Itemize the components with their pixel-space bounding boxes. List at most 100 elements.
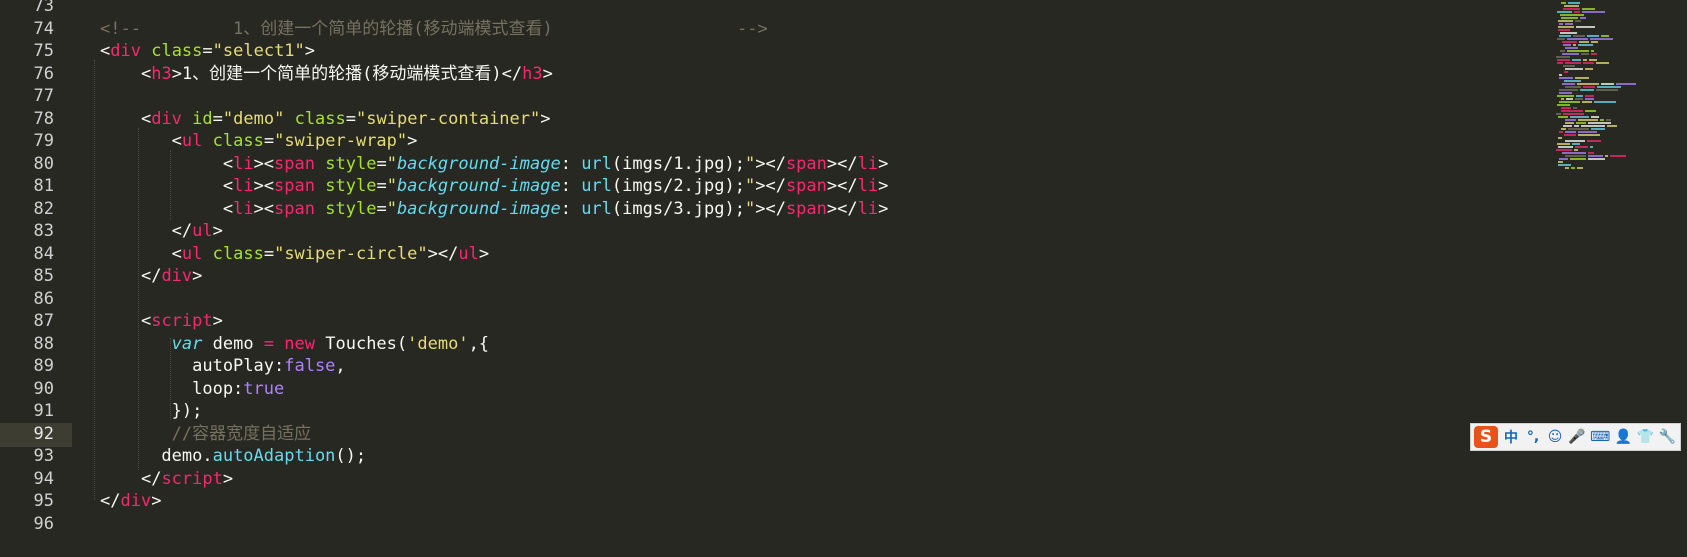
code-line[interactable]: </div> (100, 489, 161, 513)
code-token: span (274, 176, 315, 196)
code-token: " (744, 176, 756, 196)
smiley-icon[interactable]: ☺ (1546, 426, 1564, 448)
code-line[interactable]: <ul class="swiper-circle"></ul> (100, 242, 489, 266)
minimap-stroke (1556, 113, 1561, 115)
line-number: 73 (33, 0, 54, 16)
code-line[interactable]: demo.autoAdaption(); (100, 444, 366, 468)
code-line[interactable]: <li><span style="background-image: url(i… (100, 197, 889, 221)
minimap-stroke (1563, 44, 1571, 46)
minimap-stroke (1564, 5, 1579, 7)
minimap-stroke (1558, 26, 1574, 28)
code-line[interactable]: </ul> (100, 219, 223, 243)
code-token: = (202, 41, 213, 61)
code-token: = (376, 153, 387, 174)
code-token: > (171, 63, 182, 84)
minimap-stroke (1588, 155, 1603, 157)
code-area[interactable]: <!-- 1、创建一个简单的轮播(移动端模式查看) --> <div class=… (72, 0, 1552, 557)
code-token: ,{ (468, 333, 490, 354)
minimap-stroke (1582, 11, 1605, 13)
code-line[interactable]: <h3>1、创建一个简单的轮播(移动端模式查看)</h3> (100, 62, 553, 86)
minimap-stroke (1560, 32, 1577, 34)
ime-toolbar[interactable]: S 中 °, ☺ 🎤 ⌨ 👤 👕 🔧 (1470, 423, 1681, 451)
line-number: 78 (33, 108, 54, 129)
line-number: 85 (33, 266, 54, 286)
code-line[interactable]: loop:true (100, 377, 284, 401)
minimap-stroke (1557, 11, 1572, 13)
code-line[interactable]: </script> (100, 467, 233, 491)
code-line[interactable]: <li><span style="background-image: url(i… (100, 174, 889, 198)
code-line[interactable]: </div> (100, 264, 202, 288)
code-line[interactable]: //容器宽度自适应 (100, 422, 311, 446)
code-line[interactable]: <!-- 1、创建一个简单的轮播(移动端模式查看) --> (100, 17, 768, 41)
code-token: >< (253, 153, 275, 174)
code-token: > (542, 63, 553, 84)
minimap-stroke (1561, 17, 1578, 19)
line-number: 92 (33, 423, 54, 444)
ime-punctuation[interactable]: °, (1524, 426, 1542, 448)
microphone-icon[interactable]: 🎤 (1568, 426, 1586, 448)
minimap-stroke (1590, 38, 1613, 40)
minimap-stroke (1564, 134, 1576, 136)
minimap-stroke (1562, 41, 1577, 43)
code-line[interactable]: }); (100, 399, 203, 423)
code-token: div (151, 108, 182, 129)
user-icon[interactable]: 👤 (1614, 426, 1632, 448)
code-line[interactable]: var demo = new Touches('demo',{ (100, 332, 489, 356)
code-token: " (744, 198, 756, 219)
code-token: ></ (755, 198, 786, 219)
keyboard-icon[interactable]: ⌨ (1590, 426, 1610, 448)
code-line[interactable]: <script> (100, 309, 223, 333)
line-number: 96 (33, 513, 54, 534)
minimap-stroke (1556, 149, 1572, 151)
code-line[interactable]: <ul class="swiper-wrap"> (100, 129, 418, 153)
minimap-stroke (1583, 59, 1587, 61)
code-line[interactable]: <div id="demo" class="swiper-container"> (100, 107, 551, 131)
minimap-stroke (1583, 62, 1594, 64)
line-number-gutter: 73 74 75 76 77 78 79 80 81 82 83 84 85 86 87 88 89 90 91 92… (0, 0, 72, 557)
minimap-stroke (1564, 80, 1581, 82)
wrench-icon[interactable]: 🔧 (1658, 426, 1676, 448)
minimap-stroke (1616, 83, 1636, 85)
minimap-stroke (1596, 62, 1609, 64)
code-token: script (161, 468, 223, 489)
minimap-stroke (1574, 125, 1579, 127)
line-number: 86 (33, 288, 54, 309)
code-token: > (192, 266, 203, 286)
minimap-stroke (1572, 143, 1580, 145)
code-token: > (478, 243, 490, 264)
code-line[interactable]: autoPlay:false, (100, 354, 346, 378)
code-token: span (274, 198, 315, 219)
code-token: = (263, 243, 275, 264)
code-editor[interactable]: 73 74 75 76 77 78 79 80 81 82 83 84 85 86 87 88 89 90 91 92… (0, 0, 1687, 557)
minimap-stroke (1561, 98, 1564, 100)
code-token: new (284, 333, 316, 354)
shirt-icon[interactable]: 👕 (1636, 426, 1654, 448)
code-line[interactable]: <div class="select1"> (100, 39, 315, 63)
minimap[interactable] (1552, 0, 1687, 557)
code-token: < (140, 63, 152, 84)
line-number: 75 (33, 41, 54, 61)
sogou-logo-icon[interactable]: S (1474, 426, 1498, 448)
minimap-stroke (1585, 95, 1594, 97)
minimap-stroke (1591, 50, 1594, 52)
code-token: li (233, 176, 254, 196)
minimap-stroke (1563, 8, 1580, 10)
minimap-stroke (1564, 71, 1568, 73)
code-token: ></ (755, 176, 786, 196)
line-number: 90 (33, 378, 54, 399)
indent-guide (170, 338, 171, 420)
code-token: : (560, 153, 582, 174)
code-line[interactable]: <li><span style="background-image: url(i… (100, 152, 889, 176)
minimap-stroke (1581, 53, 1589, 55)
minimap-stroke (1568, 2, 1580, 4)
minimap-stroke (1561, 107, 1571, 109)
code-token: url (581, 176, 612, 196)
minimap-stroke (1567, 38, 1588, 40)
code-token: li (857, 176, 879, 196)
ime-mode-chinese[interactable]: 中 (1502, 426, 1520, 448)
minimap-stroke (1585, 98, 1594, 100)
code-token: = (263, 131, 275, 151)
